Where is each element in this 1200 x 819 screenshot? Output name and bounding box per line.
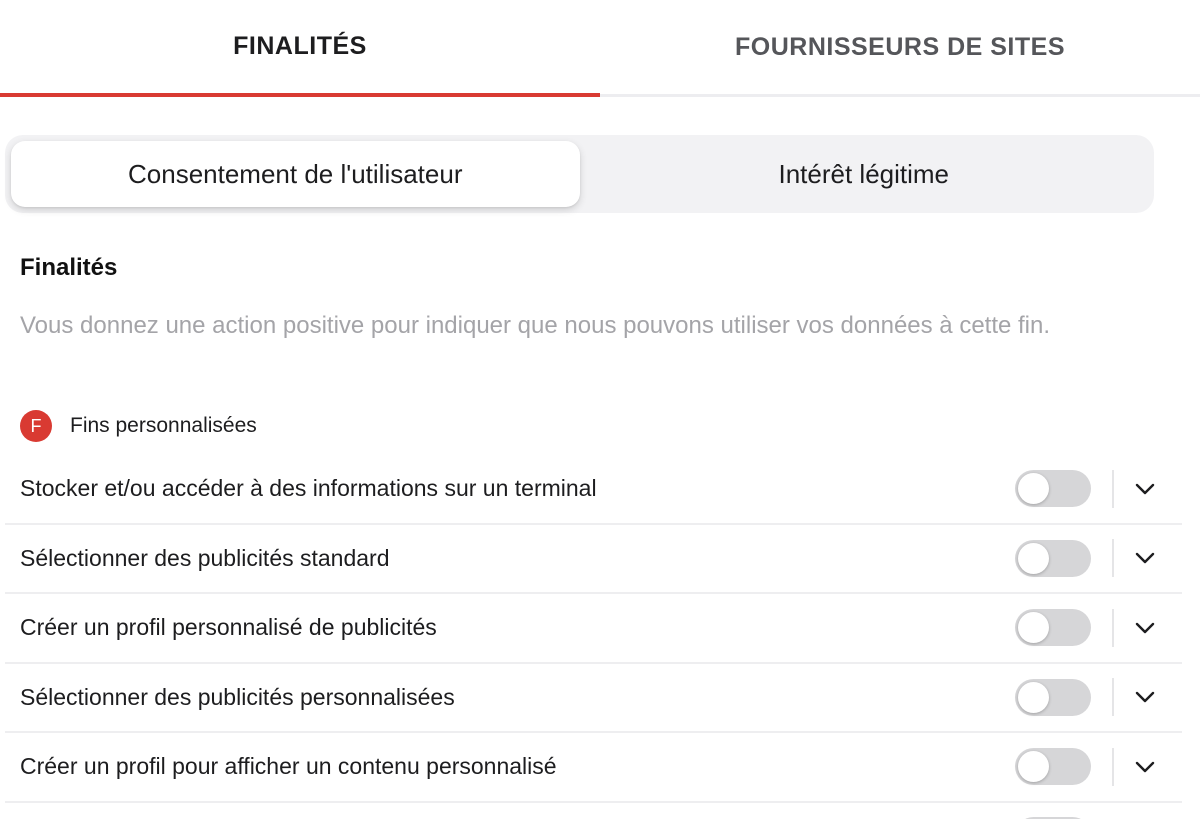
segment-consentement[interactable]: Consentement de l'utilisateur	[11, 141, 580, 207]
purpose-row: Sélectionner des publicités standard	[5, 525, 1182, 594]
chevron-down-icon[interactable]	[1131, 753, 1159, 781]
purpose-row: Sélectionner des publicités personnalisé…	[5, 664, 1182, 733]
row-divider	[1112, 539, 1114, 578]
row-divider	[1112, 469, 1114, 508]
purpose-toggle[interactable]	[1015, 470, 1091, 508]
legal-basis-segmented-control: Consentement de l'utilisateur Intérêt lé…	[5, 135, 1154, 213]
consent-page: FINALITÉS FOURNISSEURS DE SITES Consente…	[0, 0, 1200, 819]
tab-bar: FINALITÉS FOURNISSEURS DE SITES	[0, 0, 1200, 97]
purpose-toggle[interactable]	[1015, 539, 1091, 577]
row-divider	[1112, 608, 1114, 647]
purpose-toggle[interactable]	[1015, 678, 1091, 716]
purpose-row-partial	[5, 803, 1182, 819]
purpose-row: Stocker et/ou accéder à des informations…	[5, 455, 1182, 525]
purpose-row: Créer un profil personnalisé de publicit…	[5, 594, 1182, 664]
section-description: Vous donnez une action positive pour ind…	[20, 312, 1051, 339]
custom-purposes-legend: F Fins personnalisées	[20, 410, 257, 442]
chevron-down-icon[interactable]	[1131, 544, 1159, 572]
legend-label: Fins personnalisées	[70, 414, 257, 437]
tab-fournisseurs-de-sites[interactable]: FOURNISSEURS DE SITES	[600, 0, 1200, 97]
chevron-down-icon[interactable]	[1131, 683, 1159, 711]
segment-interet-legitime[interactable]: Intérêt légitime	[580, 141, 1149, 207]
toggle-knob	[1018, 751, 1049, 783]
purpose-label: Sélectionner des publicités standard	[20, 544, 390, 571]
chevron-down-icon[interactable]	[1131, 614, 1159, 642]
row-divider	[1112, 678, 1114, 717]
purpose-label: Sélectionner des publicités personnalisé…	[20, 683, 455, 710]
purpose-list: Stocker et/ou accéder à des informations…	[5, 455, 1182, 819]
custom-purpose-badge-icon: F	[20, 410, 52, 442]
purpose-label: Stocker et/ou accéder à des informations…	[20, 475, 597, 502]
toggle-knob	[1018, 681, 1049, 713]
purpose-toggle[interactable]	[1015, 748, 1091, 786]
purpose-label: Créer un profil personnalisé de publicit…	[20, 614, 437, 641]
purpose-toggle[interactable]	[1015, 609, 1091, 647]
purpose-row: Créer un profil pour afficher un contenu…	[5, 733, 1182, 803]
toggle-knob	[1018, 612, 1049, 644]
purpose-label: Créer un profil pour afficher un contenu…	[20, 753, 557, 780]
row-divider	[1112, 747, 1114, 786]
toggle-knob	[1018, 473, 1049, 505]
section-title: Finalités	[20, 254, 118, 281]
tab-finalites[interactable]: FINALITÉS	[0, 0, 600, 97]
chevron-down-icon[interactable]	[1131, 475, 1159, 503]
toggle-knob	[1018, 542, 1049, 574]
